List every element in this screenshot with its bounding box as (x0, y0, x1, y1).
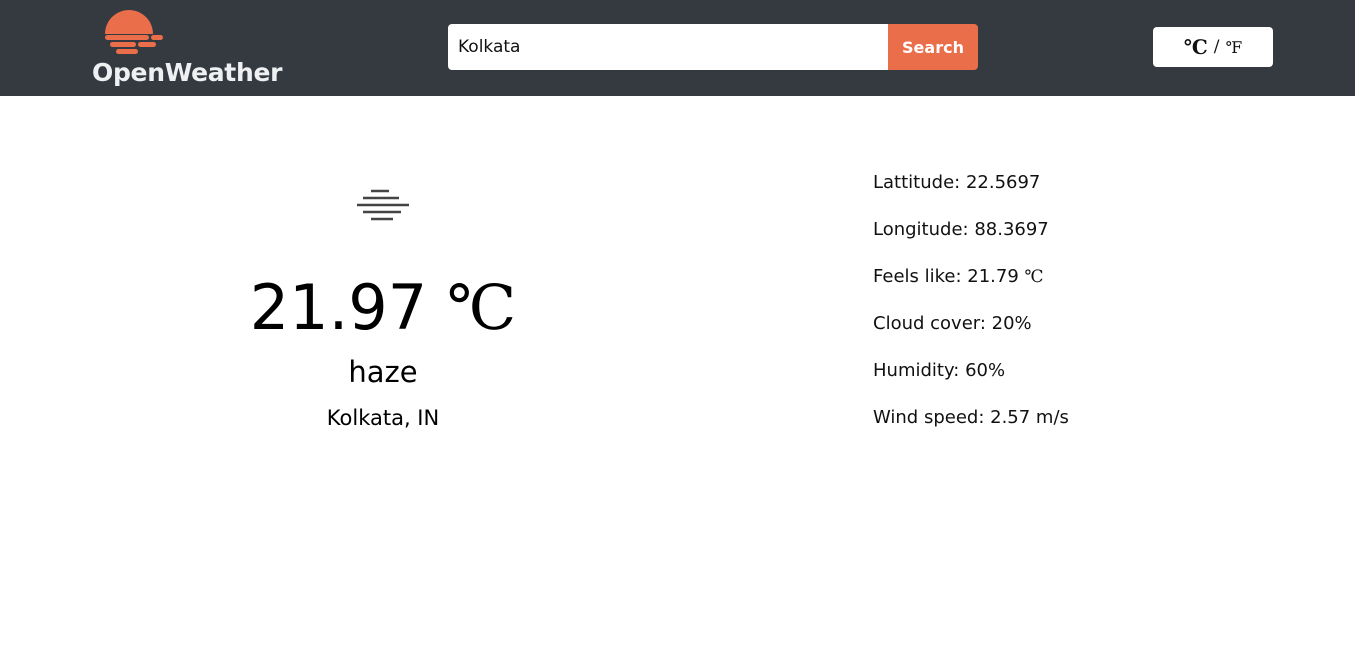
sun-logo-icon (105, 10, 163, 54)
cloud-cover-value: 20% (991, 313, 1032, 334)
search-input[interactable] (448, 24, 888, 70)
fahrenheit-unit: ℉ (1225, 37, 1243, 57)
weather-description: haze (348, 355, 418, 389)
longitude-row: Longitude: 88.3697 (873, 218, 1069, 265)
celsius-unit: ℃ (1183, 35, 1208, 59)
wind-speed-row: Wind speed: 2.57 m/s (873, 406, 1069, 453)
search-bar: Search (448, 24, 978, 70)
longitude-value: 88.3697 (974, 219, 1049, 240)
haze-icon (355, 188, 411, 228)
weather-details: Lattitude: 22.5697 Longitude: 88.3697 Fe… (873, 171, 1069, 453)
app-header: OpenWeather Search ℃ / ℉ (0, 0, 1355, 96)
humidity-row: Humidity: 60% (873, 359, 1069, 406)
latitude-value: 22.5697 (965, 172, 1041, 193)
humidity-label: Humidity: (873, 360, 966, 381)
unit-separator: / (1213, 37, 1220, 57)
temperature-unit: ℃ (446, 271, 517, 344)
latitude-row: Lattitude: 22.5697 (873, 171, 1069, 218)
feels-like-row: Feels like: 21.79 ℃ (873, 265, 1069, 312)
latitude-label: Lattitude: (873, 172, 966, 193)
feels-like-value: 21.79 (967, 266, 1019, 287)
longitude-label: Longitude: (873, 219, 975, 240)
wind-speed-value: 2.57 m/s (990, 407, 1069, 428)
feels-like-unit: ℃ (1024, 267, 1044, 287)
cloud-cover-label: Cloud cover: (873, 313, 992, 334)
openweather-logo[interactable]: OpenWeather (92, 8, 282, 88)
temperature-value: 21.97 (249, 271, 428, 344)
wind-speed-label: Wind speed: (873, 407, 991, 428)
feels-like-label: Feels like: (873, 266, 968, 287)
location-name: Kolkata, IN (326, 406, 440, 430)
humidity-value: 60% (965, 360, 1006, 381)
current-temperature: 21.97 ℃ (233, 270, 533, 346)
logo-text: OpenWeather (92, 58, 283, 87)
unit-toggle-button[interactable]: ℃ / ℉ (1153, 27, 1273, 67)
cloud-cover-row: Cloud cover: 20% (873, 312, 1069, 359)
search-button[interactable]: Search (888, 24, 978, 70)
